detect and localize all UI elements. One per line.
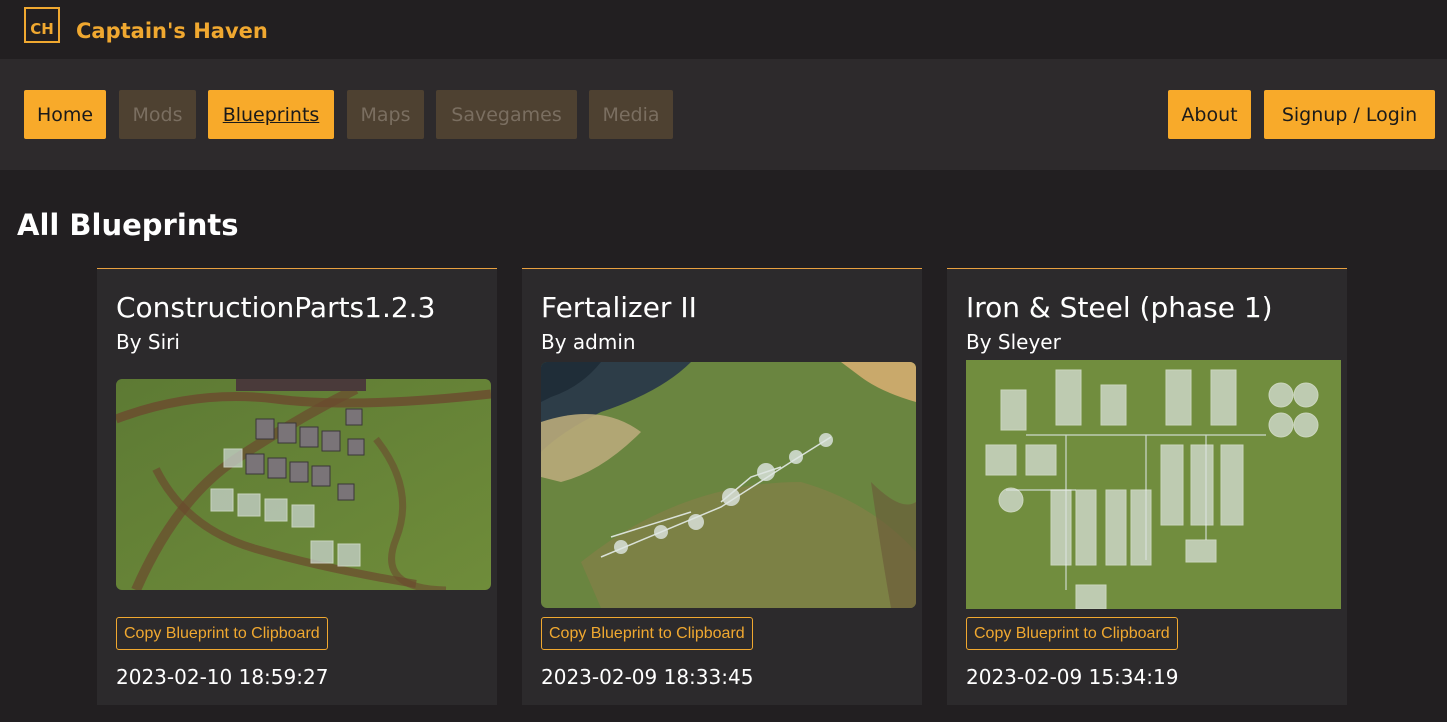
nav-about-button[interactable]: About bbox=[1168, 90, 1251, 139]
blueprint-title[interactable]: Iron & Steel (phase 1) bbox=[966, 291, 1273, 324]
blueprint-author: By Sleyer bbox=[966, 330, 1061, 354]
nav-media-button[interactable]: Media bbox=[589, 90, 673, 139]
site-title[interactable]: Captain's Haven bbox=[76, 19, 268, 43]
nav-mods-button[interactable]: Mods bbox=[119, 90, 196, 139]
blueprint-card: Iron & Steel (phase 1) By Sleyer Copy Bl… bbox=[947, 268, 1347, 705]
nav-maps-button[interactable]: Maps bbox=[347, 90, 424, 139]
nav-blueprints-button[interactable]: Blueprints bbox=[208, 90, 334, 139]
blueprint-image[interactable] bbox=[541, 362, 916, 608]
blueprint-title[interactable]: Fertalizer II bbox=[541, 291, 697, 324]
site-logo[interactable]: CH bbox=[24, 7, 60, 43]
nav-signup-login-button[interactable]: Signup / Login bbox=[1264, 90, 1435, 139]
blueprint-date: 2023-02-09 15:34:19 bbox=[966, 665, 1179, 689]
blueprint-image[interactable] bbox=[116, 379, 491, 590]
page-title: All Blueprints bbox=[17, 208, 239, 242]
blueprint-card: ConstructionParts1.2.3 By Siri Copy Blue… bbox=[97, 268, 497, 705]
blueprint-title[interactable]: ConstructionParts1.2.3 bbox=[116, 291, 435, 324]
blueprint-date: 2023-02-09 18:33:45 bbox=[541, 665, 754, 689]
nav-savegames-button[interactable]: Savegames bbox=[436, 90, 577, 139]
blueprint-author: By Siri bbox=[116, 330, 180, 354]
blueprint-card: Fertalizer II By admin Copy Blueprint to bbox=[522, 268, 922, 705]
copy-blueprint-button[interactable]: Copy Blueprint to Clipboard bbox=[541, 617, 753, 650]
blueprint-author: By admin bbox=[541, 330, 636, 354]
nav-home-button[interactable]: Home bbox=[24, 90, 106, 139]
copy-blueprint-button[interactable]: Copy Blueprint to Clipboard bbox=[116, 617, 328, 650]
top-bar: CH Captain's Haven bbox=[0, 0, 1447, 59]
blueprint-date: 2023-02-10 18:59:27 bbox=[116, 665, 329, 689]
blueprint-image[interactable] bbox=[966, 360, 1341, 609]
main-nav: Home Mods Blueprints Maps Savegames Medi… bbox=[0, 59, 1447, 170]
copy-blueprint-button[interactable]: Copy Blueprint to Clipboard bbox=[966, 617, 1178, 650]
